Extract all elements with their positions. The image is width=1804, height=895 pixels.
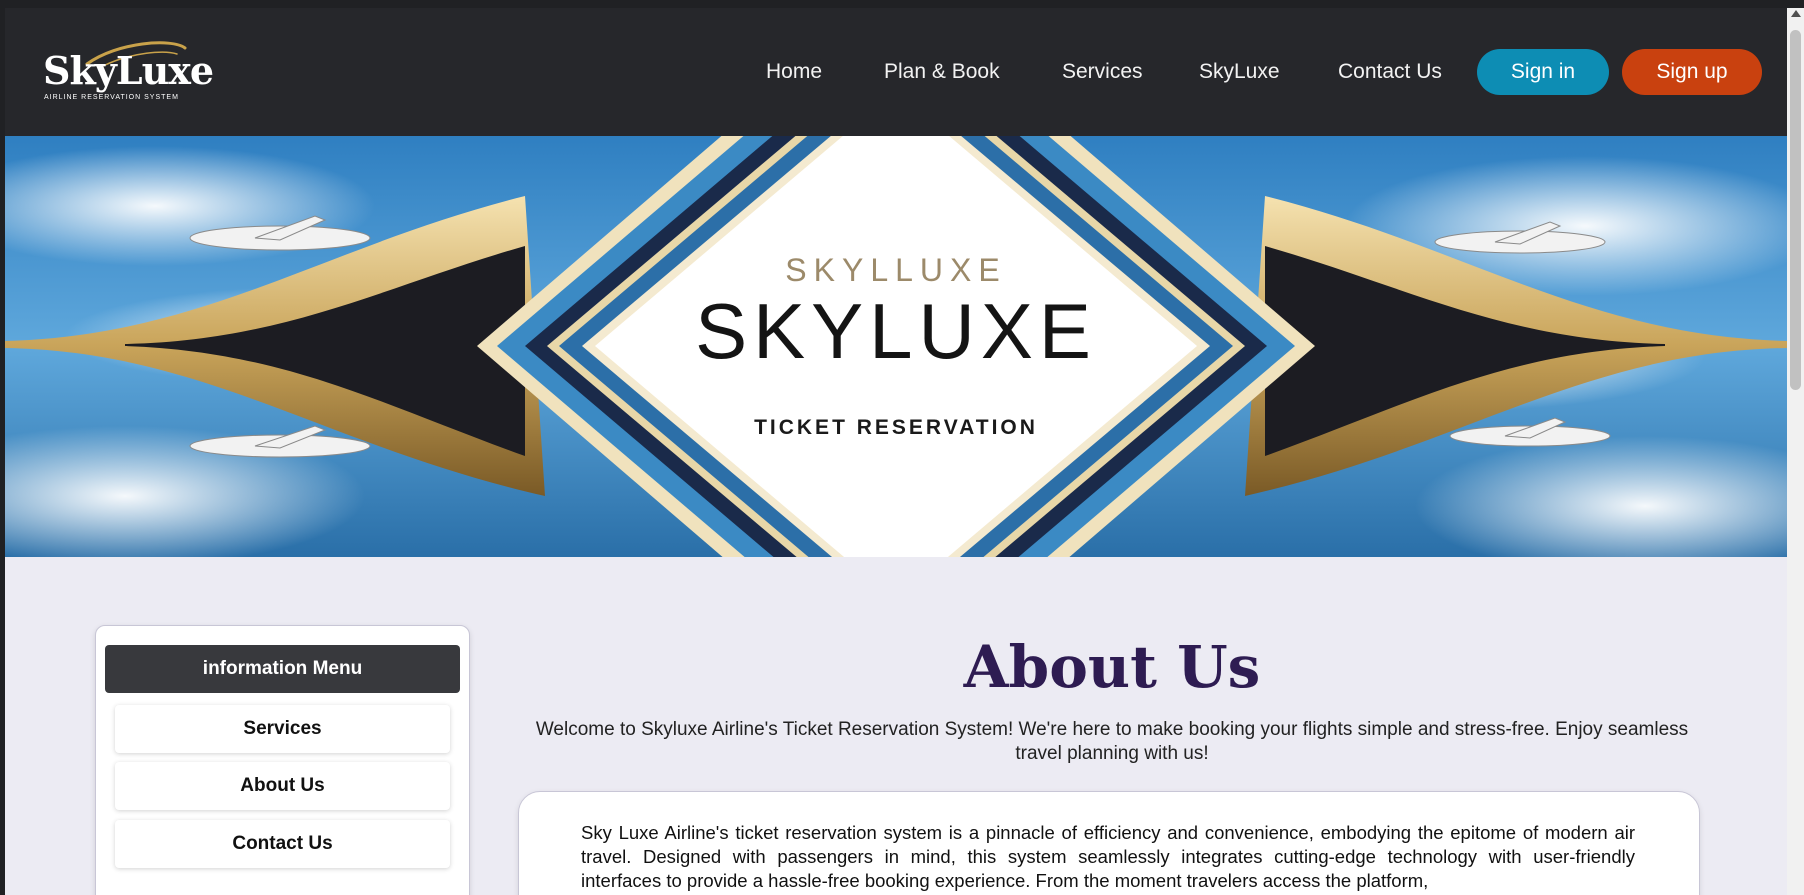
hero-top-text: SKYLLUXE (785, 252, 1006, 288)
nav-services[interactable]: Services (1062, 60, 1143, 84)
page-scrollbar[interactable] (1787, 8, 1804, 895)
scrollbar-thumb[interactable] (1790, 30, 1801, 390)
information-menu-title: information Menu (105, 645, 460, 693)
nav-skyluxe[interactable]: SkyLuxe (1199, 60, 1280, 84)
information-menu: information Menu Services About Us Conta… (95, 625, 470, 895)
sign-up-button[interactable]: Sign up (1622, 49, 1762, 95)
sidebar-item-contact-us[interactable]: Contact Us (115, 820, 450, 868)
hero-banner-image: SKYLLUXE SKYLUXE TICKET RESERVATION (5, 136, 1787, 557)
about-body: Sky Luxe Airline's ticket reservation sy… (581, 822, 1635, 891)
sidebar-item-services[interactable]: Services (115, 705, 450, 753)
scroll-up-arrow-icon[interactable] (1791, 10, 1801, 17)
nav-plan-book[interactable]: Plan & Book (884, 60, 1000, 84)
nav-contact-us[interactable]: Contact Us (1338, 60, 1442, 84)
hero-main-text: SKYLUXE (695, 287, 1097, 375)
page-title: About Us (963, 633, 1261, 701)
hero-sub-text: TICKET RESERVATION (754, 416, 1038, 439)
about-card: Sky Luxe Airline's ticket reservation sy… (518, 791, 1700, 895)
site-header: SkyLuxe AIRLINE RESERVATION SYSTEM Home … (5, 8, 1787, 136)
logo-name: SkyLuxe (43, 48, 214, 93)
about-intro: Welcome to Skyluxe Airline's Ticket Rese… (535, 719, 1689, 764)
skyluxe-logo[interactable]: SkyLuxe AIRLINE RESERVATION SYSTEM (43, 40, 214, 110)
page: SkyLuxe AIRLINE RESERVATION SYSTEM Home … (5, 8, 1787, 895)
nav-home[interactable]: Home (766, 60, 822, 84)
logo-tagline: AIRLINE RESERVATION SYSTEM (44, 94, 179, 101)
hero-banner: SKYLLUXE SKYLUXE TICKET RESERVATION (5, 136, 1787, 557)
sign-in-button[interactable]: Sign in (1477, 49, 1609, 95)
sidebar-item-about-us[interactable]: About Us (115, 762, 450, 810)
